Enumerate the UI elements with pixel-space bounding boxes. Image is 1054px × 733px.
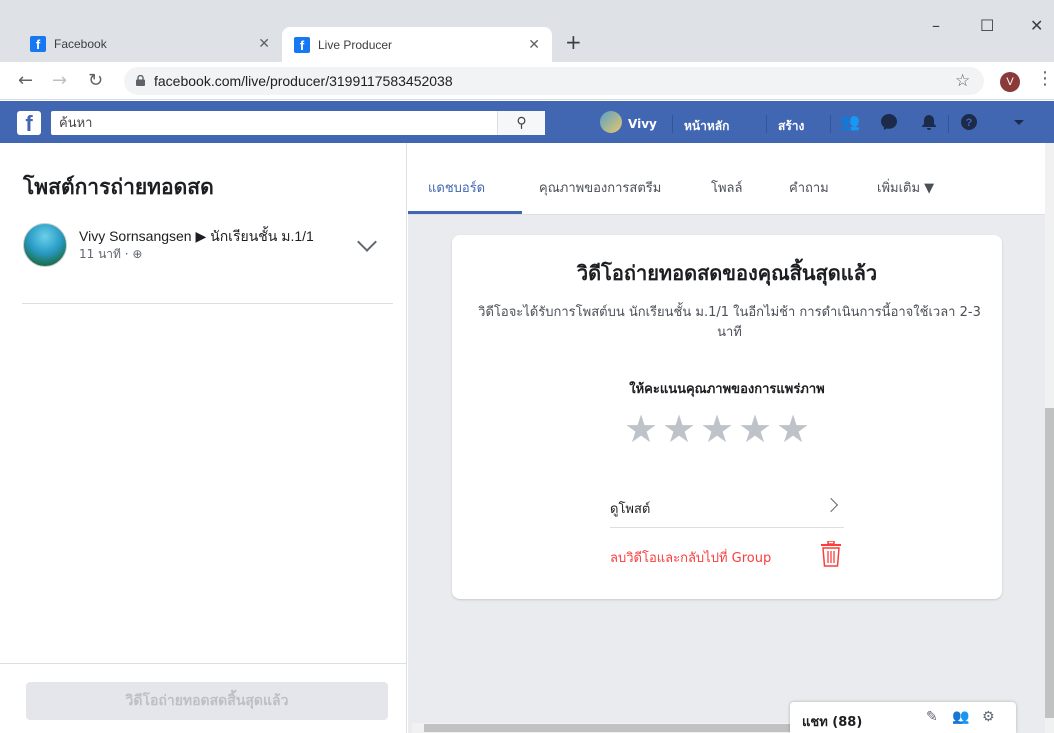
divider — [948, 115, 949, 133]
star-icon[interactable]: ★ — [700, 410, 734, 448]
facebook-top-bar: f ⚲ Vivy หน้าหลัก สร้าง 👥 ? — [0, 101, 1054, 143]
friend-requests-icon[interactable]: 👥 — [840, 113, 860, 131]
account-menu-caret-icon[interactable] — [1010, 113, 1028, 131]
browser-tab-live-producer[interactable]: f Live Producer ✕ — [282, 27, 552, 62]
left-panel: โพสต์การถ่ายทอดสด Vivy Sornsangsen ▶ นัก… — [0, 143, 407, 733]
search-input[interactable] — [51, 111, 491, 135]
live-ended-button: วิดีโอถ่ายทอดสดสิ้นสุดแล้ว — [26, 682, 388, 720]
facebook-favicon-icon: f — [294, 36, 310, 53]
chat-bar[interactable]: แชท (88) ✎ 👥 ⚙ — [790, 702, 1016, 733]
maximize-button[interactable]: ☐ — [980, 16, 994, 35]
panel-title: โพสต์การถ่ายทอดสด — [23, 175, 214, 199]
search-icon[interactable]: ⚲ — [497, 111, 545, 135]
post-author-avatar[interactable] — [23, 223, 67, 267]
view-post-label: ดูโพสต์ — [610, 502, 651, 517]
tab-stream-health[interactable]: คุณภาพของการสตรีม — [539, 177, 661, 198]
browser-menu-icon[interactable]: ⋮ — [1036, 68, 1054, 89]
active-tab-indicator — [408, 211, 522, 214]
url-text: facebook.com/live/producer/3199117583452… — [154, 73, 453, 89]
chevron-down-icon[interactable] — [357, 232, 377, 252]
star-icon[interactable]: ★ — [776, 410, 810, 448]
chevron-right-icon — [823, 497, 839, 513]
forward-arrow-icon[interactable]: → — [52, 70, 67, 91]
group-chat-icon[interactable]: 👥 — [952, 709, 969, 725]
producer-tabs: แดชบอร์ด คุณภาพของการสตรีม โพลล์ คำถาม เ… — [408, 143, 1054, 215]
profile-avatar[interactable]: V — [1000, 72, 1020, 92]
post-time: 11 นาที · ⊕ — [79, 247, 143, 261]
horizontal-scroll-thumb[interactable] — [424, 724, 790, 732]
facebook-favicon-icon: f — [30, 35, 46, 52]
notifications-bell-icon[interactable] — [920, 113, 938, 131]
home-link[interactable]: หน้าหลัก — [684, 117, 729, 136]
browser-tab-strip: f Facebook ✕ f Live Producer ✕ + – ☐ ✕ — [0, 0, 1054, 62]
create-link[interactable]: สร้าง — [778, 117, 804, 136]
divider — [766, 115, 767, 133]
rating-stars: ★ ★ ★ ★ ★ — [624, 410, 810, 448]
search-box — [51, 111, 545, 135]
tab-title: Live Producer — [318, 37, 393, 52]
divider — [830, 115, 831, 133]
close-tab-icon[interactable]: ✕ — [528, 36, 540, 53]
svg-text:?: ? — [966, 117, 973, 129]
main-content: แดชบอร์ด คุณภาพของการสตรีม โพลล์ คำถาม เ… — [408, 143, 1054, 733]
view-post-link[interactable]: ดูโพสต์ — [610, 490, 844, 528]
tab-title: Facebook — [54, 36, 107, 51]
close-window-button[interactable]: ✕ — [1030, 16, 1043, 35]
tab-dashboard[interactable]: แดชบอร์ด — [428, 177, 485, 198]
bookmark-star-icon[interactable]: ☆ — [955, 71, 970, 91]
trash-icon[interactable] — [820, 541, 842, 567]
divider — [22, 303, 393, 304]
reload-icon[interactable]: ↻ — [88, 70, 103, 91]
vertical-scroll-thumb[interactable] — [1045, 408, 1054, 718]
card-title: วิดีโอถ่ายทอดสดของคุณสิ้นสุดแล้ว — [576, 261, 878, 285]
live-ended-card: วิดีโอถ่ายทอดสดของคุณสิ้นสุดแล้ว วิดีโอจ… — [452, 235, 1002, 599]
minimize-button[interactable]: – — [932, 16, 940, 35]
star-icon[interactable]: ★ — [624, 410, 658, 448]
back-arrow-icon[interactable]: ← — [18, 70, 33, 91]
help-icon[interactable]: ? — [960, 113, 978, 131]
tab-more[interactable]: เพิ่มเติม ▼ — [877, 177, 934, 198]
browser-tab-facebook[interactable]: f Facebook ✕ — [18, 27, 282, 60]
compose-icon[interactable]: ✎ — [926, 709, 938, 725]
browser-toolbar: ← → ↻ facebook.com/live/producer/3199117… — [0, 62, 1054, 100]
address-bar[interactable]: facebook.com/live/producer/3199117583452… — [124, 67, 984, 95]
user-avatar[interactable] — [600, 111, 622, 133]
facebook-logo-icon[interactable]: f — [17, 111, 41, 136]
lock-icon — [136, 75, 145, 86]
divider — [0, 663, 406, 664]
tab-polls[interactable]: โพลล์ — [711, 177, 742, 198]
star-icon[interactable]: ★ — [662, 410, 696, 448]
star-icon[interactable]: ★ — [738, 410, 772, 448]
new-tab-button[interactable]: + — [565, 30, 582, 54]
close-tab-icon[interactable]: ✕ — [258, 35, 270, 52]
messenger-icon[interactable] — [880, 113, 898, 131]
rating-label: ให้คะแนนคุณภาพของการแพร่ภาพ — [629, 382, 825, 397]
divider — [672, 115, 673, 133]
gear-icon[interactable]: ⚙ — [982, 709, 995, 725]
profile-link[interactable]: Vivy — [628, 117, 657, 131]
tab-questions[interactable]: คำถาม — [789, 177, 829, 198]
delete-video-link[interactable]: ลบวิดีโอและกลับไปที่ Group — [610, 547, 771, 568]
card-subtitle: วิดีโอจะได้รับการโพสต์บน นักเรียนชั้น ม.… — [478, 305, 981, 340]
chat-label: แชท (88) — [802, 715, 863, 730]
